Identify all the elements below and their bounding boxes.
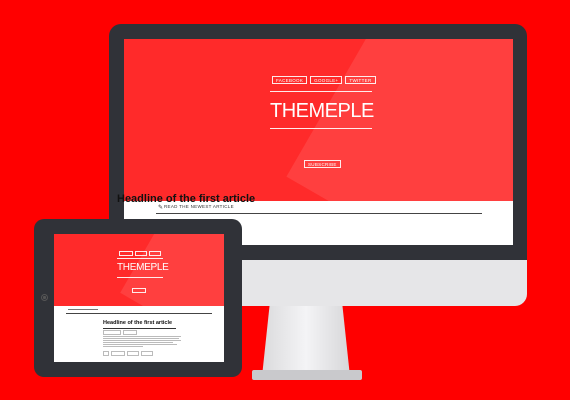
tablet-google-plus-button[interactable] [135,251,147,256]
tablet-meta-tag [103,330,121,335]
tablet-tag[interactable] [127,351,139,356]
hero-section: FACEBOOK GOOGLE+ TWITTER THEMEPLE SUBSCR… [124,39,513,201]
logo-rule-top [270,91,372,92]
twitter-button[interactable]: TWITTER [345,76,376,84]
home-button-icon [43,296,46,299]
tablet-facebook-button[interactable] [119,251,133,256]
tablet-article-tags [103,351,153,356]
tablet-site-logo[interactable]: THEMEPLE [117,261,169,274]
tablet-subscribe-button[interactable] [132,288,146,293]
tablet-logo-rule-top [117,258,163,259]
tablet-social-links [119,251,161,256]
tablet-tag[interactable] [103,351,109,356]
pen-icon: ✎ [158,205,164,211]
tablet-article-headline[interactable]: Headline of the first article [103,320,172,326]
monitor-stand-base [252,370,362,380]
social-links: FACEBOOK GOOGLE+ TWITTER [272,76,376,84]
tablet-article-body [103,336,181,347]
site-logo[interactable]: THEMEPLE [270,99,374,123]
subscribe-button[interactable]: SUBSCRIBE [304,160,341,168]
section-divider [156,213,482,214]
tablet-article-meta [103,330,137,335]
article-headline[interactable]: Headline of the first article [117,193,255,205]
logo-rule-bottom [270,128,372,129]
google-plus-button[interactable]: GOOGLE+ [310,76,343,84]
facebook-button[interactable]: FACEBOOK [272,76,308,84]
tablet-headline-rule [103,328,176,329]
tablet-tag[interactable] [111,351,125,356]
tablet-newest-article-label[interactable] [68,308,98,310]
tablet-screen: THEMEPLE Headline of the first article [54,234,224,362]
tablet-section-divider [66,313,212,314]
monitor-stand [261,306,351,378]
tablet-hero-section: THEMEPLE [54,234,224,306]
tablet-twitter-button[interactable] [149,251,161,256]
tablet-tag[interactable] [141,351,153,356]
tablet-meta-tag [123,330,137,335]
tablet-logo-rule-bottom [117,277,163,278]
desktop-screen: FACEBOOK GOOGLE+ TWITTER THEMEPLE SUBSCR… [124,39,513,245]
